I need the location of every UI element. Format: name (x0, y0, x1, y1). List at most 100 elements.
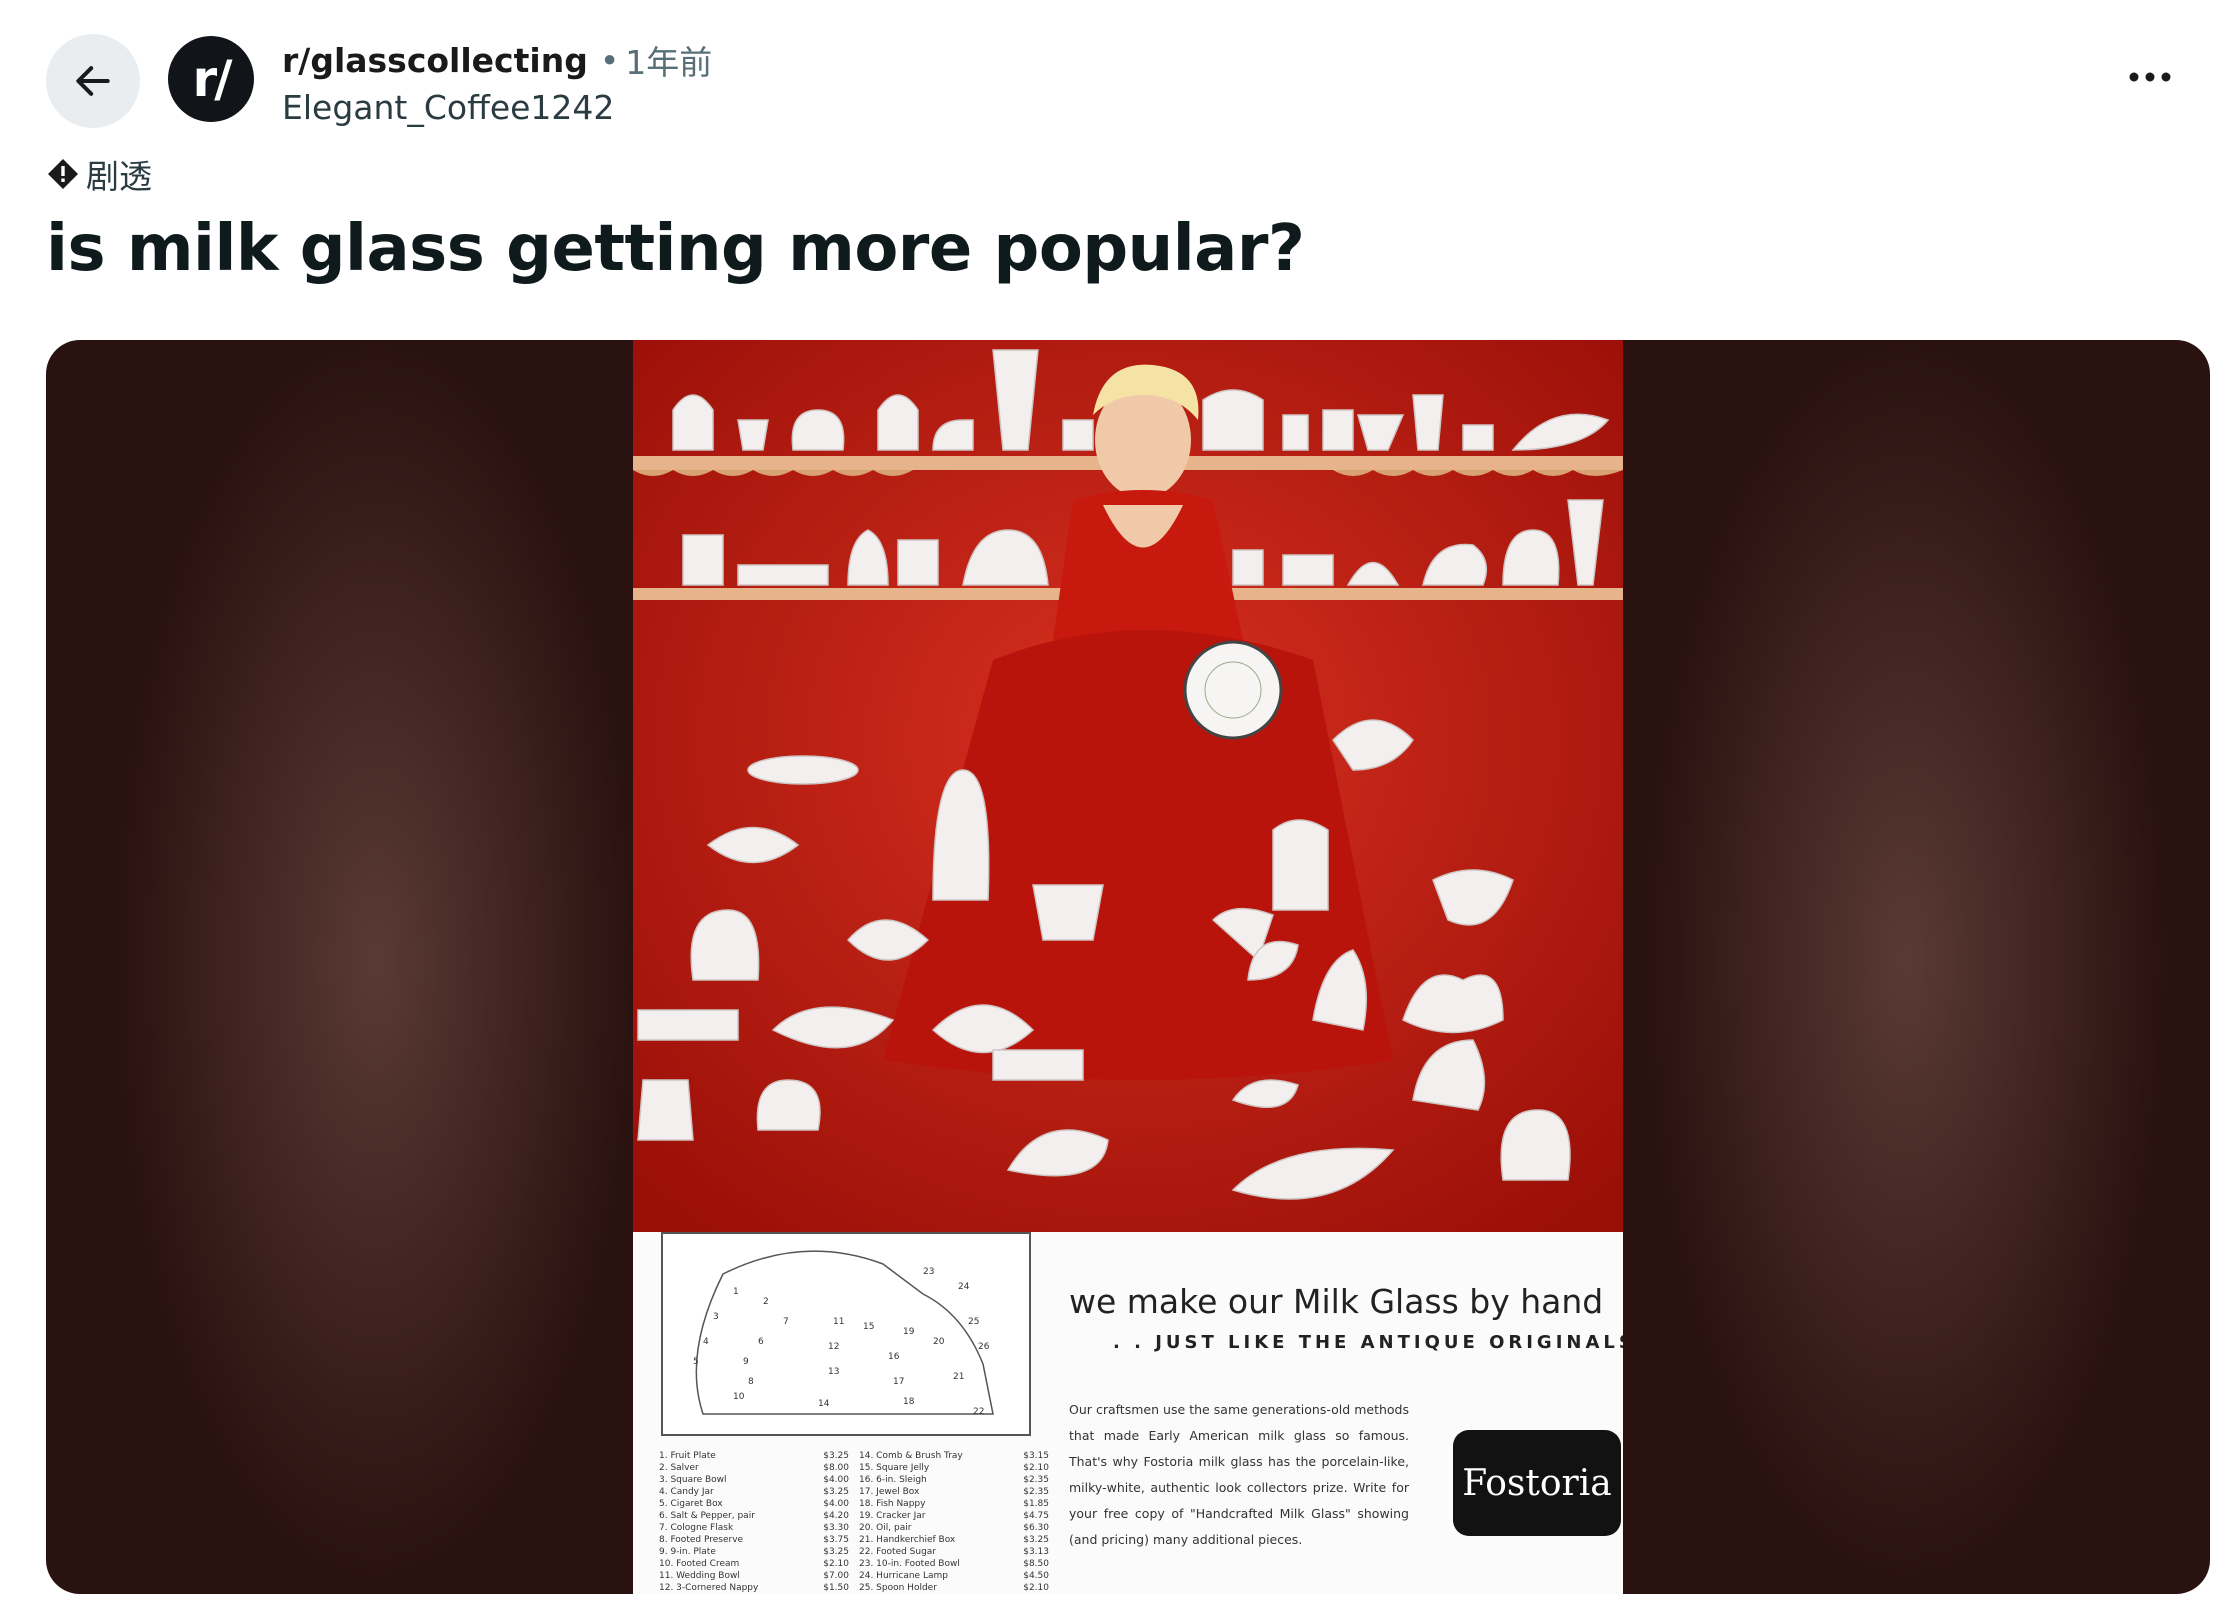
price-row: 22. Footed Sugar $3.13 (859, 1546, 1049, 1558)
post-timestamp: 1年前 (625, 43, 713, 82)
diagram-num-4: 4 (703, 1337, 709, 1347)
back-button[interactable] (46, 34, 140, 128)
price-item: 8. Footed Preserve (659, 1535, 744, 1545)
ad-subheadline: . . JUST LIKE THE ANTIQUE ORIGINALS (1113, 1332, 1623, 1353)
ad-copy-panel: 1 2 3 4 5 6 7 8 9 10 11 12 13 14 15 16 1… (633, 1232, 1623, 1594)
diagram-num-23: 23 (923, 1267, 934, 1277)
price-row: 21. Handkerchief Box $3.25 (859, 1534, 1049, 1546)
price-row: 12. 3-Cornered Nappy $1.50 (659, 1582, 849, 1594)
price-item: 2. Salver (659, 1463, 699, 1473)
diagram-num-8: 8 (748, 1377, 754, 1387)
price-value: $3.25 (823, 1451, 849, 1461)
price-row: 8. Footed Preserve $3.75 (659, 1534, 849, 1546)
diagram-num-18: 18 (903, 1397, 915, 1407)
milk-glass-photo-illustration (633, 340, 1623, 1232)
flair-label: 剧透 (86, 157, 152, 196)
price-row: 10. Footed Cream $2.10 (659, 1558, 849, 1570)
diagram-num-12: 12 (828, 1342, 839, 1352)
price-item: 24. Hurricane Lamp (859, 1571, 948, 1581)
price-value: $6.30 (1023, 1523, 1049, 1533)
more-options-button[interactable] (2107, 34, 2193, 120)
price-item: 5. Cigaret Box (659, 1499, 723, 1509)
price-value: $3.75 (823, 1535, 849, 1545)
price-value: $4.00 (823, 1475, 849, 1485)
diagram-num-24: 24 (958, 1282, 970, 1292)
price-value: $7.00 (823, 1571, 849, 1581)
post-flair[interactable]: 剧透 (46, 150, 152, 198)
price-item: 22. Footed Sugar (859, 1547, 937, 1557)
meta-separator: • (599, 40, 620, 80)
diagram-num-9: 9 (743, 1357, 749, 1367)
post-image[interactable]: 1 2 3 4 5 6 7 8 9 10 11 12 13 14 15 16 1… (46, 340, 2210, 1594)
diagram-num-11: 11 (833, 1317, 844, 1327)
logo-text: Fostoria (1462, 1462, 1612, 1504)
price-row: 19. Cracker Jar $4.75 (859, 1510, 1049, 1522)
price-item: 16. 6-in. Sleigh (859, 1475, 927, 1485)
price-item: 15. Square Jelly (859, 1463, 930, 1473)
price-row: 5. Cigaret Box $4.00 (659, 1498, 849, 1510)
price-row: 20. Oil, pair $6.30 (859, 1522, 1049, 1534)
diagram-num-19: 19 (903, 1327, 915, 1337)
diagram-num-3: 3 (713, 1312, 719, 1322)
item-key-diagram: 1 2 3 4 5 6 7 8 9 10 11 12 13 14 15 16 1… (661, 1232, 1031, 1436)
price-value: $2.35 (1023, 1487, 1049, 1497)
price-value: $3.25 (823, 1487, 849, 1497)
subreddit-avatar[interactable]: r/ (168, 36, 254, 122)
diagram-num-25: 25 (968, 1317, 979, 1327)
diagram-num-1: 1 (733, 1287, 739, 1297)
price-row: 6. Salt & Pepper, pair $4.20 (659, 1510, 849, 1522)
diagram-num-7: 7 (783, 1317, 789, 1327)
price-value: $3.15 (1023, 1451, 1049, 1461)
price-item: 7. Cologne Flask (659, 1523, 734, 1533)
price-row: 23. 10-in. Footed Bowl $8.50 (859, 1558, 1049, 1570)
price-item: 17. Jewel Box (859, 1487, 920, 1497)
price-item: 11. Wedding Bowl (659, 1571, 740, 1581)
price-item: 1. Fruit Plate (659, 1451, 716, 1461)
price-item: 6. Salt & Pepper, pair (659, 1511, 755, 1521)
diagram-num-5: 5 (693, 1357, 699, 1367)
price-row: 1. Fruit Plate $3.25 (659, 1450, 849, 1462)
price-item: 9. 9-in. Plate (659, 1547, 716, 1557)
price-item: 10. Footed Cream (659, 1559, 740, 1569)
subreddit-name[interactable]: r/glasscollecting (282, 41, 588, 80)
diagram-num-15: 15 (863, 1322, 874, 1332)
ad-body-copy: Our craftsmen use the same generations-o… (1069, 1402, 1409, 1547)
price-item: 25. Spoon Holder (859, 1583, 937, 1593)
price-item: 4. Candy Jar (659, 1487, 714, 1497)
price-row: 7. Cologne Flask $3.30 (659, 1522, 849, 1534)
author-name[interactable]: Elegant_Coffee1242 (282, 88, 614, 127)
fostoria-logo: Fostoria (1453, 1430, 1621, 1536)
price-row: 4. Candy Jar $3.25 (659, 1486, 849, 1498)
price-value: $4.75 (1023, 1511, 1049, 1521)
price-column-right: 14. Comb & Brush Tray $3.15 15. Square Jel… (859, 1450, 1049, 1594)
arrow-left-icon (76, 66, 110, 96)
diagram-num-21: 21 (953, 1372, 964, 1382)
price-value: $2.10 (1023, 1463, 1049, 1473)
price-value: $1.50 (823, 1583, 849, 1593)
post-meta: r/glasscollecting • 1年前 (282, 36, 712, 84)
post-title: is milk glass getting more popular? (46, 212, 1305, 286)
diagram-num-13: 13 (828, 1367, 839, 1377)
vintage-advertisement: 1 2 3 4 5 6 7 8 9 10 11 12 13 14 15 16 1… (633, 340, 1623, 1594)
price-item: 19. Cracker Jar (859, 1511, 926, 1521)
price-value: $3.25 (823, 1547, 849, 1557)
price-row: 24. Hurricane Lamp $4.50 (859, 1570, 1049, 1582)
price-value: $2.35 (1023, 1475, 1049, 1485)
price-item: 20. Oil, pair (859, 1523, 912, 1533)
price-row: 15. Square Jelly $2.10 (859, 1462, 1049, 1474)
price-column-left: 1. Fruit Plate $3.25 2. Salver $8.00 3. Squa… (659, 1450, 849, 1594)
price-row: 2. Salver $8.00 (659, 1462, 849, 1474)
diagram-num-16: 16 (888, 1352, 900, 1362)
price-value: $3.25 (1023, 1535, 1049, 1545)
diagram-num-26: 26 (978, 1342, 990, 1352)
diagram-num-22: 22 (973, 1407, 984, 1417)
ad-headline: we make our Milk Glass by hand (1069, 1282, 1604, 1321)
ellipsis-horizontal-icon (2129, 72, 2171, 82)
price-row: 18. Fish Nappy $1.85 (859, 1498, 1049, 1510)
diagram-num-14: 14 (818, 1399, 830, 1409)
price-item: 23. 10-in. Footed Bowl (859, 1559, 960, 1569)
price-value: $8.50 (1023, 1559, 1049, 1569)
diagram-num-6: 6 (758, 1337, 764, 1347)
price-value: $4.00 (823, 1499, 849, 1509)
price-item: 12. 3-Cornered Nappy (659, 1583, 759, 1593)
